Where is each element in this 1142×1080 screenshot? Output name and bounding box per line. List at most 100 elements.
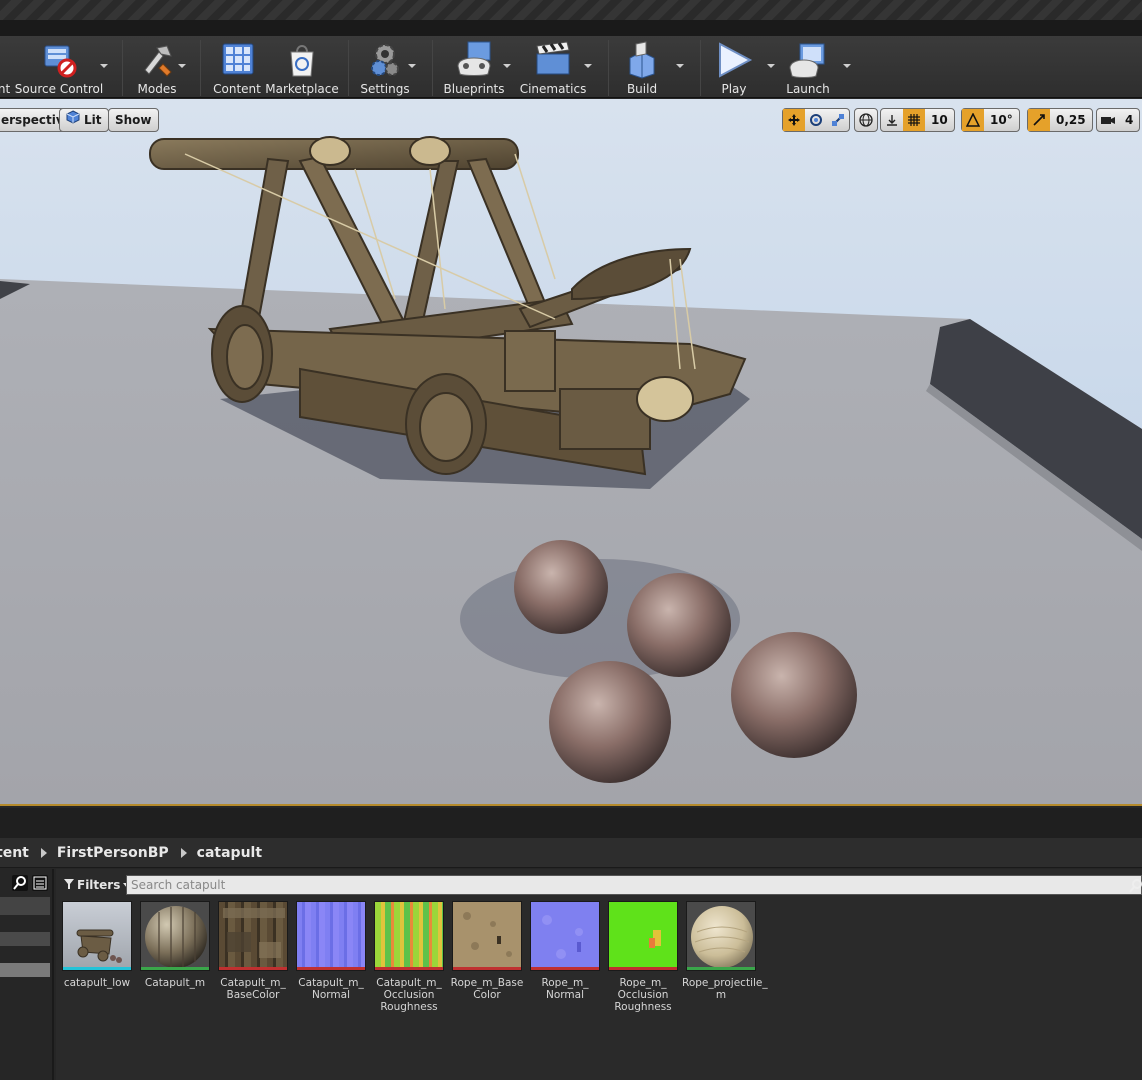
- play-dropdown-icon[interactable]: [767, 64, 775, 68]
- asset-thumbnail: [608, 901, 678, 971]
- asset-label: catapult_low: [63, 977, 131, 989]
- content-icon: [217, 40, 257, 80]
- breadcrumb-item-content[interactable]: tent: [0, 845, 29, 861]
- play-icon: [714, 40, 754, 80]
- asset-tile[interactable]: Catapult_m_ Normal: [296, 901, 366, 1001]
- rotation-snap-icon[interactable]: [962, 109, 984, 131]
- save-button[interactable]: nt: [0, 36, 14, 98]
- main-toolbar: nt Source Control Modes Content Marketpl…: [0, 36, 1142, 98]
- source-control-button[interactable]: Source Control: [14, 36, 104, 98]
- asset-tile[interactable]: Rope_m_Base Color: [451, 901, 523, 1001]
- launch-button[interactable]: Launch: [784, 36, 832, 98]
- marketplace-icon: [282, 40, 322, 80]
- folder-tree-item-selected[interactable]: [0, 963, 50, 977]
- breadcrumb: tent FirstPersonBP catapult: [0, 838, 1142, 868]
- surface-snap-icon[interactable]: [881, 109, 903, 131]
- content-button[interactable]: Content: [212, 36, 262, 98]
- launch-label: Launch: [786, 82, 830, 96]
- blueprints-button[interactable]: Blueprints: [443, 36, 505, 98]
- panel-divider: [0, 808, 1142, 838]
- sources-panel: [0, 869, 54, 1080]
- rotation-snap-value[interactable]: 10°: [984, 113, 1019, 127]
- title-bar: [0, 0, 1142, 20]
- list-view-icon[interactable]: [32, 875, 48, 891]
- settings-dropdown-icon[interactable]: [408, 64, 416, 68]
- filters-button[interactable]: Filters: [60, 875, 135, 895]
- asset-type-strip: [141, 967, 209, 970]
- asset-thumbnail: [218, 901, 288, 971]
- camera-speed-control: 4: [1096, 108, 1141, 132]
- breadcrumb-item-firstpersonbp[interactable]: FirstPersonBP: [57, 845, 169, 861]
- play-button[interactable]: Play: [710, 36, 758, 98]
- level-viewport[interactable]: erspective Lit Show 10 10° 0,25 4: [0, 99, 1142, 806]
- content-label: Content: [213, 82, 261, 96]
- asset-type-strip: [531, 967, 599, 970]
- modes-dropdown-icon[interactable]: [178, 64, 186, 68]
- build-dropdown-icon[interactable]: [676, 64, 684, 68]
- play-label: Play: [721, 82, 747, 96]
- camera-speed-icon[interactable]: [1097, 109, 1119, 131]
- asset-tile[interactable]: Rope_projectile_ m: [682, 901, 768, 1001]
- source-control-label: Source Control: [14, 82, 104, 96]
- toolbar-separator: [432, 40, 433, 96]
- modes-icon: [137, 40, 177, 80]
- blueprints-label: Blueprints: [443, 82, 505, 96]
- world-local-toggle[interactable]: [854, 108, 878, 132]
- grid-snap-control: 10: [880, 108, 955, 132]
- search-icon[interactable]: [1128, 875, 1142, 895]
- build-button[interactable]: Build: [618, 36, 666, 98]
- asset-tile[interactable]: Rope_m_ Occlusion Roughness: [608, 901, 678, 1013]
- scale-snap-value[interactable]: 0,25: [1050, 113, 1092, 127]
- breadcrumb-arrow-icon[interactable]: [180, 847, 187, 858]
- asset-tile[interactable]: Catapult_m_ BaseColor: [218, 901, 288, 1001]
- rotate-tool-icon[interactable]: [805, 109, 827, 131]
- asset-label: Rope_m_Base Color: [450, 977, 524, 1001]
- tab-strip: [0, 20, 1142, 36]
- asset-type-strip: [453, 967, 521, 970]
- settings-button[interactable]: Settings: [360, 36, 410, 98]
- asset-label: Catapult_m_ Normal: [298, 977, 364, 1001]
- lit-button[interactable]: Lit: [59, 108, 109, 132]
- transform-tools: [782, 108, 850, 132]
- save-label: nt: [0, 82, 11, 96]
- scale-snap-icon[interactable]: [1028, 109, 1050, 131]
- cinematics-icon: [533, 40, 573, 80]
- asset-tile[interactable]: Catapult_m: [140, 901, 210, 989]
- launch-icon: [788, 40, 828, 80]
- cinematics-dropdown-icon[interactable]: [584, 64, 592, 68]
- launch-dropdown-icon[interactable]: [843, 64, 851, 68]
- translate-tool-icon[interactable]: [783, 109, 805, 131]
- modes-button[interactable]: Modes: [132, 36, 182, 98]
- camera-speed-value[interactable]: 4: [1119, 113, 1139, 127]
- marketplace-button[interactable]: Marketplace: [265, 36, 339, 98]
- search-icon[interactable]: [12, 875, 28, 891]
- breadcrumb-item-catapult[interactable]: catapult: [197, 845, 262, 861]
- asset-label: Rope_m_ Occlusion Roughness: [614, 977, 672, 1013]
- grid-snap-icon[interactable]: [903, 109, 925, 131]
- asset-tile[interactable]: catapult_low: [62, 901, 132, 989]
- asset-search-input[interactable]: Search catapult: [126, 875, 1142, 895]
- scale-tool-icon[interactable]: [827, 109, 849, 131]
- lit-label: Lit: [84, 113, 102, 127]
- grid-snap-value[interactable]: 10: [925, 113, 954, 127]
- folder-tree-item[interactable]: [0, 897, 50, 915]
- build-icon: [622, 40, 662, 80]
- asset-tile[interactable]: Catapult_m_ Occlusion Roughness: [374, 901, 444, 1013]
- breadcrumb-arrow-icon[interactable]: [40, 847, 47, 858]
- asset-tile[interactable]: Rope_m_ Normal: [530, 901, 600, 1001]
- blueprints-dropdown-icon[interactable]: [503, 64, 511, 68]
- modes-label: Modes: [137, 82, 177, 96]
- scale-snap-control: 0,25: [1027, 108, 1093, 132]
- asset-label: Catapult_m_ Occlusion Roughness: [376, 977, 442, 1013]
- cube-icon: [66, 109, 80, 131]
- asset-label: Catapult_m_ BaseColor: [220, 977, 286, 1001]
- cinematics-button[interactable]: Cinematics: [520, 36, 586, 98]
- asset-type-strip: [375, 967, 443, 970]
- show-button[interactable]: Show: [108, 108, 159, 132]
- source-control-dropdown-icon[interactable]: [100, 64, 108, 68]
- settings-icon: [365, 40, 405, 80]
- folder-tree-item[interactable]: [0, 932, 50, 946]
- filter-icon: [64, 878, 74, 892]
- toolbar-separator: [200, 40, 201, 96]
- viewport-scene[interactable]: [0, 99, 1142, 806]
